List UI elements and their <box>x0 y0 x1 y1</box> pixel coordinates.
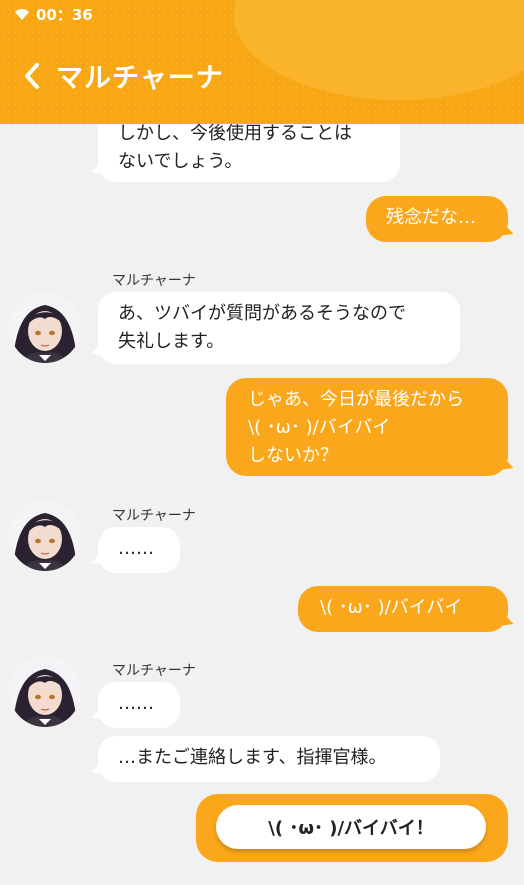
wifi-icon <box>15 9 29 20</box>
avatar[interactable] <box>9 499 81 571</box>
back-button[interactable] <box>18 60 46 92</box>
chat-area: しかし、今後使用することは ないでしょう。 残念だな… マルチャーナ あ、ツバイ… <box>0 0 524 885</box>
avatar[interactable] <box>9 655 81 727</box>
avatar[interactable] <box>9 291 81 363</box>
character-portrait-icon <box>9 655 81 727</box>
character-portrait-icon <box>9 291 81 363</box>
message-line: \( ･ω･ )/バイバイ <box>320 597 463 618</box>
message-bubble: あ、ツバイが質問があるそうなので 失礼します。 <box>98 292 460 364</box>
reply-choice-button[interactable]: \( ･ω･ )/バイバイ！ <box>216 805 486 849</box>
message-line: じゃあ、今日が最後だから <box>248 389 464 410</box>
message-bubble: …… <box>98 682 180 728</box>
message-bubble: 残念だな… <box>366 196 508 242</box>
status-time: 00：36 <box>36 5 93 24</box>
message-line: しないか？ <box>248 445 338 466</box>
app-header: 00：36 マルチャーナ <box>0 0 524 124</box>
sender-name: マルチャーナ <box>112 273 196 289</box>
message-line: \( ･ω･ )/バイバイ <box>248 417 391 438</box>
sender-name: マルチャーナ <box>112 508 196 524</box>
message-line: …またご連絡します、指揮官様。 <box>118 747 387 768</box>
message-bubble: \( ･ω･ )/バイバイ <box>298 586 508 632</box>
message-bubble: じゃあ、今日が最後だから \( ･ω･ )/バイバイ しないか？ <box>226 378 508 476</box>
message-bubble: …… <box>98 527 180 573</box>
status-bar: 00：36 <box>14 4 93 24</box>
message-line: 失礼します。 <box>118 331 225 352</box>
message-line: …… <box>118 693 154 714</box>
message-line: あ、ツバイが質問があるそうなので <box>118 303 406 324</box>
message-bubble: …またご連絡します、指揮官様。 <box>98 736 440 782</box>
message-line: ないでしょう。 <box>118 151 243 172</box>
message-line: …… <box>118 538 154 559</box>
page-title: マルチャーナ <box>56 63 224 94</box>
sender-name: マルチャーナ <box>112 663 196 679</box>
character-portrait-icon <box>9 499 81 571</box>
message-line: しかし、今後使用することは <box>118 123 352 144</box>
decorative-bubble <box>234 0 524 100</box>
chevron-left-icon <box>25 63 39 89</box>
reply-choice-panel: \( ･ω･ )/バイバイ！ <box>196 794 508 862</box>
message-line: 残念だな… <box>386 207 476 228</box>
